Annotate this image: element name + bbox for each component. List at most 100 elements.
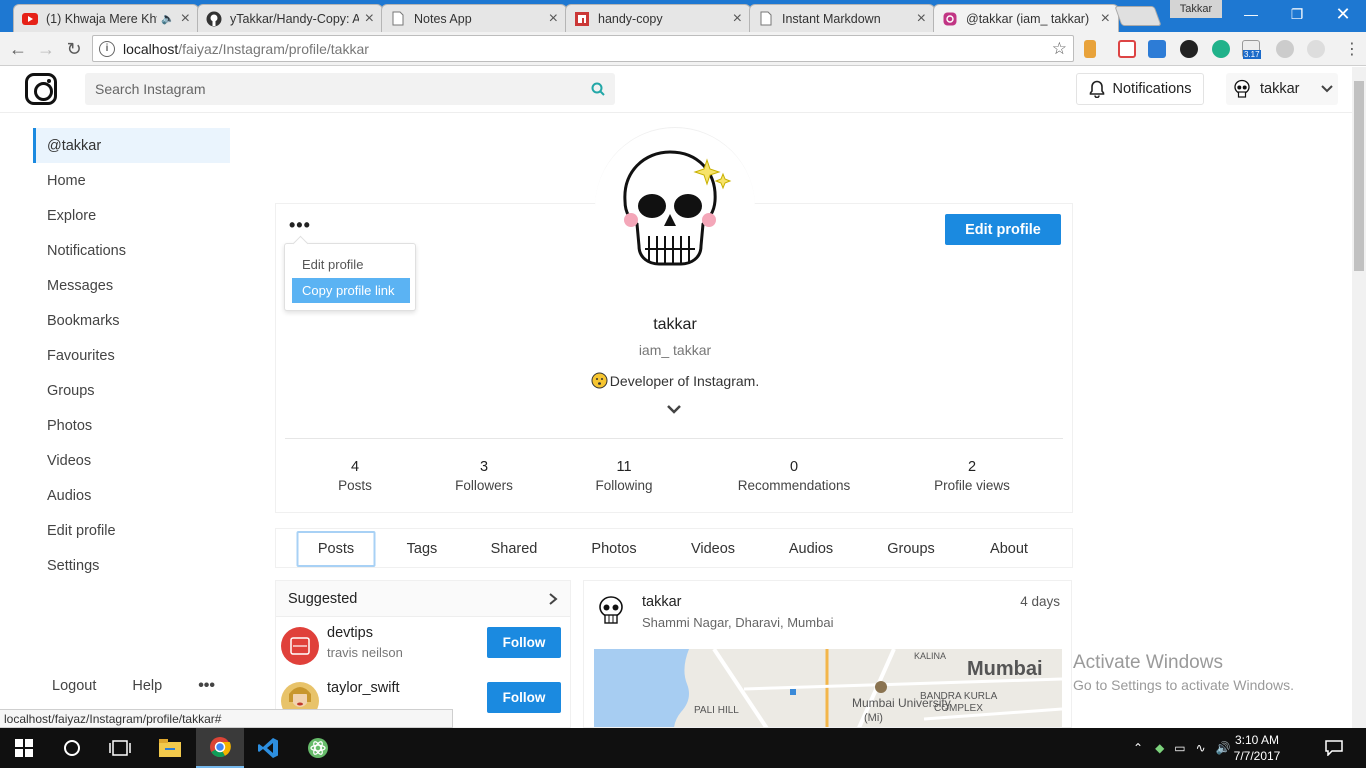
sidebar-more-button[interactable]: •••	[198, 677, 215, 695]
sidebar-item-profile[interactable]: @takkar	[33, 128, 230, 163]
sidebar-item-settings[interactable]: Settings	[33, 548, 230, 583]
tab-audios[interactable]: Audios	[789, 541, 833, 557]
vscode-taskbar-icon[interactable]	[244, 728, 292, 768]
suggested-username[interactable]: devtips	[327, 625, 373, 641]
stat-profile-views[interactable]: 2 Profile views	[902, 459, 1042, 493]
post-map-image[interactable]: Mumbai KALINA Mumbai University (Mi) BAN…	[594, 649, 1062, 727]
tab-videos[interactable]: Videos	[691, 541, 735, 557]
browser-profile-name[interactable]: Takkar	[1170, 0, 1222, 18]
chevron-up-icon[interactable]: ⌃	[1133, 741, 1143, 755]
close-tab-icon[interactable]: ×	[1101, 10, 1110, 28]
tab-shared[interactable]: Shared	[491, 541, 538, 557]
battery-icon[interactable]: ▭	[1174, 741, 1185, 755]
suggested-username[interactable]: taylor_swift	[327, 680, 400, 696]
follow-button[interactable]: Follow	[487, 682, 561, 713]
stat-recommendations[interactable]: 0 Recommendations	[724, 459, 864, 493]
minimize-icon[interactable]: —	[1228, 0, 1274, 30]
stat-following[interactable]: 11 Following	[554, 459, 694, 493]
edit-profile-button[interactable]: Edit profile	[945, 214, 1061, 245]
extension-icon[interactable]	[1180, 40, 1198, 58]
close-tab-icon[interactable]: ×	[365, 10, 374, 28]
sidebar-item-home[interactable]: Home	[33, 163, 230, 198]
bio-text: Developer of Instagram.	[609, 372, 760, 389]
browser-tab-npm[interactable]: handy-copy ×	[565, 4, 751, 32]
search-input[interactable]	[95, 81, 591, 97]
search-box[interactable]	[85, 73, 615, 105]
profile-more-button[interactable]: •••	[289, 215, 311, 236]
stat-followers[interactable]: 3 Followers	[414, 459, 554, 493]
atom-taskbar-icon[interactable]	[294, 728, 342, 768]
extension-icon[interactable]: 3.17	[1242, 40, 1261, 59]
sidebar-item-explore[interactable]: Explore	[33, 198, 230, 233]
chevron-down-icon[interactable]	[665, 400, 683, 418]
sidebar-item-favourites[interactable]: Favourites	[33, 338, 230, 373]
post-location[interactable]: Shammi Nagar, Dharavi, Mumbai	[642, 615, 833, 630]
close-window-icon[interactable]: ✕	[1320, 0, 1366, 30]
back-icon[interactable]: ←	[6, 37, 30, 61]
network-status-icon[interactable]: ◆	[1155, 741, 1164, 755]
tab-posts[interactable]: Posts	[296, 531, 376, 567]
chrome-taskbar-icon[interactable]	[196, 728, 244, 768]
sidebar-item-bookmarks[interactable]: Bookmarks	[33, 303, 230, 338]
notifications-button[interactable]: Notifications	[1076, 73, 1204, 105]
browser-tab-github[interactable]: yTakkar/Handy-Copy: A ×	[197, 4, 383, 32]
sidebar-item-edit-profile[interactable]: Edit profile	[33, 513, 230, 548]
extension-icon[interactable]	[1118, 40, 1136, 58]
sidebar-item-notifications[interactable]: Notifications	[33, 233, 230, 268]
sidebar-item-audios[interactable]: Audios	[33, 478, 230, 513]
close-tab-icon[interactable]: ×	[549, 10, 558, 28]
menu-copy-profile-link[interactable]: Copy profile link	[292, 278, 410, 303]
chevron-right-icon[interactable]	[548, 592, 558, 606]
menu-edit-profile[interactable]: Edit profile	[292, 252, 410, 277]
sidebar-item-videos[interactable]: Videos	[33, 443, 230, 478]
chevron-down-icon[interactable]	[1320, 84, 1334, 94]
user-menu-button[interactable]: takkar	[1226, 73, 1338, 105]
wifi-icon[interactable]: ∿	[1196, 741, 1206, 755]
taskbar-clock[interactable]: 3:10 AM 7/7/2017	[1224, 732, 1290, 764]
help-link[interactable]: Help	[132, 678, 162, 694]
forward-icon[interactable]: →	[34, 37, 58, 61]
file-explorer-icon[interactable]	[146, 728, 194, 768]
tab-about[interactable]: About	[990, 541, 1028, 557]
windows-start-icon[interactable]	[0, 728, 48, 768]
restore-icon[interactable]: ❐	[1274, 0, 1320, 30]
extension-icon[interactable]	[1307, 40, 1325, 58]
close-tab-icon[interactable]: ×	[917, 10, 926, 28]
settings-extension-icon[interactable]	[1276, 40, 1294, 58]
post-username[interactable]: takkar	[642, 594, 682, 610]
sidebar-item-photos[interactable]: Photos	[33, 408, 230, 443]
logout-link[interactable]: Logout	[52, 678, 96, 694]
browser-tab-instagram[interactable]: @takkar (iam_ takkar) ×	[933, 4, 1119, 32]
action-center-icon[interactable]	[1310, 728, 1358, 768]
info-icon[interactable]: i	[99, 40, 115, 57]
search-icon[interactable]	[591, 82, 605, 96]
browser-tab-notes[interactable]: Notes App ×	[381, 4, 567, 32]
extension-icon[interactable]	[1212, 40, 1230, 58]
close-tab-icon[interactable]: ×	[733, 10, 742, 28]
address-bar[interactable]: i localhost/faiyaz/Instagram/profile/tak…	[92, 35, 1074, 62]
instagram-logo-icon[interactable]	[25, 73, 57, 105]
task-view-icon[interactable]	[96, 728, 144, 768]
stat-posts[interactable]: 4 Posts	[285, 459, 425, 493]
search-circle-icon[interactable]	[48, 728, 96, 768]
skull-avatar-icon[interactable]	[596, 595, 626, 627]
new-tab-button[interactable]	[1114, 6, 1162, 26]
extension-icon[interactable]	[1084, 40, 1096, 58]
sidebar-item-messages[interactable]: Messages	[33, 268, 230, 303]
browser-tab-markdown[interactable]: Instant Markdown ×	[749, 4, 935, 32]
close-tab-icon[interactable]: ×	[181, 10, 190, 28]
tab-photos[interactable]: Photos	[591, 541, 636, 557]
tab-groups[interactable]: Groups	[887, 541, 935, 557]
profile-avatar[interactable]	[595, 127, 755, 275]
bookmark-star-icon[interactable]: ☆	[1052, 39, 1067, 59]
browser-tab-youtube[interactable]: (1) Khwaja Mere Khwaja 🔈 ×	[13, 4, 199, 32]
reload-icon[interactable]: ↻	[62, 37, 86, 61]
chrome-menu-icon[interactable]: ⋮	[1340, 37, 1364, 61]
page-scrollbar[interactable]	[1352, 67, 1366, 728]
sidebar-item-groups[interactable]: Groups	[33, 373, 230, 408]
follow-button[interactable]: Follow	[487, 627, 561, 658]
download-extension-icon[interactable]	[1148, 40, 1166, 58]
avatar[interactable]	[281, 627, 319, 665]
tab-tags[interactable]: Tags	[407, 541, 438, 557]
scrollbar-thumb[interactable]	[1354, 81, 1364, 271]
